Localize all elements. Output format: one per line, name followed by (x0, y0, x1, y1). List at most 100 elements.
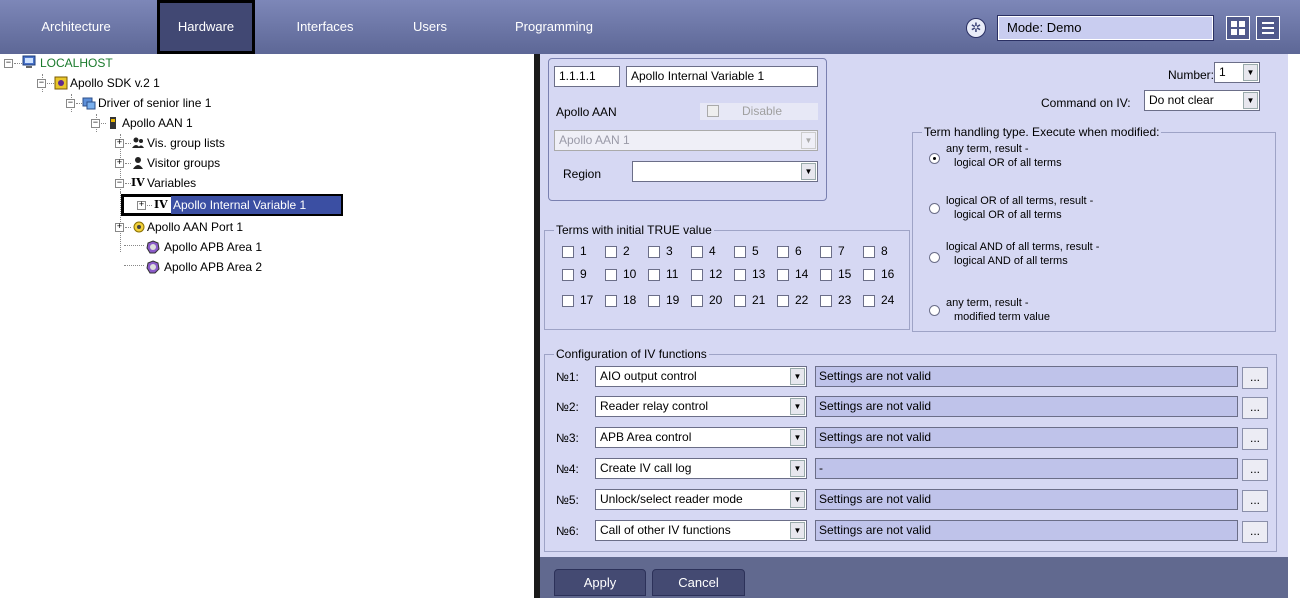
expand-icon[interactable]: + (137, 201, 146, 210)
tab-programming[interactable]: Programming (486, 0, 622, 54)
expand-icon[interactable]: + (115, 139, 124, 148)
term-option-3-label[interactable]: logical AND of all terms, result - logica… (946, 240, 1099, 268)
tree-node-visitor-groups[interactable]: + Visitor groups (0, 154, 300, 172)
term-13-checkbox[interactable] (734, 269, 746, 281)
iv-function-6-select[interactable]: Call of other IV functions ▼ (595, 520, 807, 541)
cancel-button[interactable]: Cancel (652, 569, 745, 596)
tree-label: Visitor groups (147, 156, 221, 170)
term-option-1-radio[interactable] (929, 153, 940, 164)
initial-terms-title: Terms with initial TRUE value (554, 223, 714, 237)
object-id-field[interactable]: 1.1.1.1 (554, 66, 620, 87)
term-option-4-label[interactable]: any term, result - modified term value (946, 296, 1050, 324)
term-11-checkbox[interactable] (648, 269, 660, 281)
term-23-checkbox[interactable] (820, 295, 832, 307)
term-16-checkbox[interactable] (863, 269, 875, 281)
collapse-icon[interactable]: − (91, 119, 100, 128)
term-23-label: 23 (838, 293, 852, 307)
iv-function-1-status: Settings are not valid (815, 366, 1238, 387)
tree-node-vis-group-lists[interactable]: + Vis. group lists (0, 134, 300, 152)
term-5-checkbox[interactable] (734, 246, 746, 258)
tree-node-variables[interactable]: − IV Variables (0, 174, 300, 192)
term-8-checkbox[interactable] (863, 246, 875, 258)
disable-checkbox[interactable] (707, 105, 719, 117)
tree-node-driver[interactable]: − Driver of senior line 1 (0, 94, 300, 112)
term-option-1-label[interactable]: any term, result - logical OR of all term… (946, 142, 1062, 170)
term-21-checkbox[interactable] (734, 295, 746, 307)
tree-node-sdk[interactable]: − Apollo SDK v.2 1 (0, 74, 300, 92)
term-7-checkbox[interactable] (820, 246, 832, 258)
term-4-checkbox[interactable] (691, 246, 703, 258)
term-12-label: 12 (709, 267, 723, 281)
tree-node-aan[interactable]: − Apollo AAN 1 (0, 114, 300, 132)
term-18-checkbox[interactable] (605, 295, 617, 307)
apply-button[interactable]: Apply (554, 569, 646, 596)
iv-function-2-select[interactable]: Reader relay control ▼ (595, 396, 807, 417)
iv-function-4-settings-button[interactable]: ... (1242, 459, 1268, 481)
iv-function-3-select[interactable]: APB Area control ▼ (595, 427, 807, 448)
term-22-checkbox[interactable] (777, 295, 789, 307)
term-22-label: 22 (795, 293, 809, 307)
iv-function-1-settings-button[interactable]: ... (1242, 367, 1268, 389)
term-3-checkbox[interactable] (648, 246, 660, 258)
iv-function-3-settings-button[interactable]: ... (1242, 428, 1268, 450)
iv-function-4-select[interactable]: Create IV call log ▼ (595, 458, 807, 479)
chevron-down-icon: ▼ (790, 460, 805, 477)
disable-control: Disable (700, 103, 818, 120)
term-option-3-radio[interactable] (929, 252, 940, 263)
tree-label: LOCALHOST (40, 56, 113, 70)
command-select[interactable]: Do not clear ▼ (1144, 90, 1260, 111)
tree-label: Apollo AAN 1 (122, 116, 193, 130)
tree-node-apb-area-2[interactable]: Apollo APB Area 2 (0, 258, 300, 276)
sdk-icon (54, 76, 68, 90)
term-9-checkbox[interactable] (562, 269, 574, 281)
mode-selector[interactable]: Mode: Demo (997, 15, 1214, 41)
term-15-label: 15 (838, 267, 852, 281)
term-2-checkbox[interactable] (605, 246, 617, 258)
tree-node-localhost[interactable]: − LOCALHOST (0, 54, 300, 72)
term-1-checkbox[interactable] (562, 246, 574, 258)
term-17-checkbox[interactable] (562, 295, 574, 307)
iv-function-2-settings-button[interactable]: ... (1242, 397, 1268, 419)
number-select[interactable]: 1 ▼ (1214, 62, 1260, 83)
initial-terms-group (544, 230, 910, 330)
term-10-checkbox[interactable] (605, 269, 617, 281)
term-20-checkbox[interactable] (691, 295, 703, 307)
layout-icon[interactable] (1226, 16, 1250, 40)
tree-node-internal-variable[interactable]: + IV Apollo Internal Variable 1 (121, 194, 343, 216)
term-14-checkbox[interactable] (777, 269, 789, 281)
term-5-label: 5 (752, 244, 759, 258)
term-option-2-radio[interactable] (929, 203, 940, 214)
tree-node-aan-port[interactable]: + Apollo AAN Port 1 (0, 218, 300, 236)
collapse-icon[interactable]: − (115, 179, 124, 188)
tab-users[interactable]: Users (386, 0, 474, 54)
object-name-field[interactable]: Apollo Internal Variable 1 (626, 66, 818, 87)
term-option-2-label[interactable]: logical OR of all terms, result - logical… (946, 194, 1093, 222)
term-24-checkbox[interactable] (863, 295, 875, 307)
expand-icon[interactable]: + (115, 223, 124, 232)
term-1-label: 1 (580, 244, 587, 258)
term-6-checkbox[interactable] (777, 246, 789, 258)
collapse-icon[interactable]: − (4, 59, 13, 68)
chevron-down-icon: ▼ (790, 522, 805, 539)
iv-function-6-settings-button[interactable]: ... (1242, 521, 1268, 543)
tab-architecture[interactable]: Architecture (0, 0, 152, 54)
iv-function-5-select[interactable]: Unlock/select reader mode ▼ (595, 489, 807, 510)
term-option-4-radio[interactable] (929, 305, 940, 316)
iv-function-1-select[interactable]: AIO output control ▼ (595, 366, 807, 387)
collapse-icon[interactable]: − (37, 79, 46, 88)
term-4-label: 4 (709, 244, 716, 258)
iv-function-1-label: №1: (556, 370, 579, 384)
term-19-checkbox[interactable] (648, 295, 660, 307)
iv-function-5-settings-button[interactable]: ... (1242, 490, 1268, 512)
aan-select[interactable]: Apollo AAN 1 ▼ (554, 130, 818, 151)
term-15-checkbox[interactable] (820, 269, 832, 281)
tree-node-apb-area-1[interactable]: Apollo APB Area 1 (0, 238, 300, 256)
menu-icon[interactable] (1256, 16, 1280, 40)
tab-hardware[interactable]: Hardware (157, 0, 255, 54)
collapse-icon[interactable]: − (66, 99, 75, 108)
region-select[interactable]: ▼ (632, 161, 818, 182)
gear-icon[interactable]: ✲ (966, 18, 986, 38)
expand-icon[interactable]: + (115, 159, 124, 168)
tab-interfaces[interactable]: Interfaces (266, 0, 384, 54)
term-12-checkbox[interactable] (691, 269, 703, 281)
